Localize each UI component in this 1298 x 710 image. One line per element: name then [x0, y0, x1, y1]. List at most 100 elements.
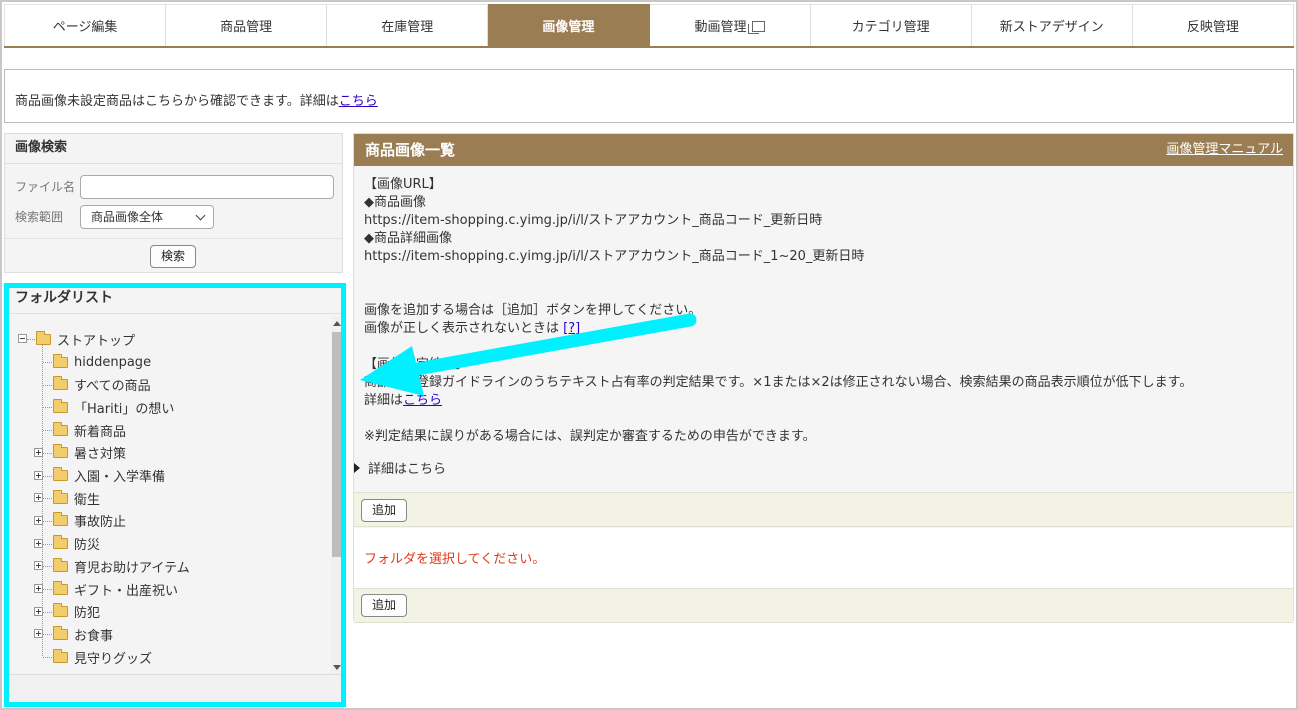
- product-image-list-panel: 商品画像一覧 画像管理マニュアル 【画像URL】 ◆商品画像 https://i…: [353, 133, 1294, 623]
- tab-category-management[interactable]: カテゴリ管理: [810, 4, 972, 46]
- notice-link[interactable]: こちら: [339, 94, 378, 109]
- expand-icon[interactable]: [34, 538, 43, 548]
- folder-list-panel: フォルダリスト ストアトップ hiddenpage すべての商品「Hariti」の…: [4, 283, 344, 706]
- expand-icon[interactable]: [34, 561, 43, 571]
- expand-icon[interactable]: [34, 447, 43, 457]
- judge-text: 商品画像登録ガイドラインのうちテキスト占有率の判定結果です。×1または×2は修正…: [364, 375, 1193, 390]
- folder-icon: [53, 398, 68, 413]
- scroll-up-icon[interactable]: [333, 321, 341, 326]
- tab-label: ページ編集: [52, 20, 118, 35]
- image-manual-link[interactable]: 画像管理マニュアル: [1166, 134, 1283, 166]
- main-tabs: ページ編集 商品管理 在庫管理 画像管理 動画管理 カテゴリ管理 新ストアデザイ…: [4, 4, 1294, 48]
- tab-label: 画像管理: [542, 20, 595, 35]
- file-name-input[interactable]: [80, 175, 334, 199]
- product-image-heading: ◆商品画像: [364, 195, 426, 210]
- window-icon: [747, 21, 765, 34]
- folder-item[interactable]: 衛生: [53, 488, 100, 508]
- product-image-list-title: 商品画像一覧: [365, 141, 456, 159]
- folder-item[interactable]: ギフト・出産祝い: [53, 579, 178, 599]
- folder-item[interactable]: 防犯: [53, 602, 100, 622]
- folder-tree: ストアトップ hiddenpage すべての商品「Hariti」の想い 新着商品暑さ…: [5, 324, 330, 667]
- folder-item[interactable]: すべての商品: [53, 375, 151, 395]
- tree-connector: [43, 520, 52, 522]
- folder-label: 育児お助けアイテム: [74, 560, 190, 576]
- tab-product-management[interactable]: 商品管理: [166, 4, 328, 46]
- tab-label: 在庫管理: [381, 20, 434, 35]
- folder-icon: [53, 648, 68, 663]
- detail-row: 詳細はこちら: [364, 392, 1284, 410]
- expand-icon[interactable]: [34, 515, 43, 525]
- folder-item[interactable]: 「Hariti」の想い: [53, 397, 174, 417]
- scroll-down-icon[interactable]: [333, 665, 341, 670]
- add-bar-top: 追加: [354, 492, 1293, 527]
- folder-item[interactable]: 育児お助けアイテム: [53, 556, 190, 576]
- details-toggle[interactable]: 詳細はこちら: [354, 458, 446, 477]
- tab-new-store-design[interactable]: 新ストアデザイン: [971, 4, 1133, 46]
- add-button[interactable]: 追加: [361, 499, 408, 522]
- search-button[interactable]: 検索: [150, 245, 197, 268]
- tree-connector: [43, 634, 52, 636]
- expand-icon[interactable]: [34, 584, 43, 593]
- select-folder-message: フォルダを選択してください。: [364, 552, 546, 567]
- judge-heading: 【画像判定結果】: [364, 357, 469, 372]
- folder-icon: [53, 512, 68, 527]
- message-area: フォルダを選択してください。: [354, 528, 1293, 588]
- folder-list-title: フォルダリスト: [5, 284, 343, 314]
- folder-icon: [53, 625, 68, 640]
- folder-icon: [53, 557, 68, 572]
- detail-image-url: https://item-shopping.c.yimg.jp/i/l/ストアア…: [364, 249, 865, 264]
- search-range-value: 商品画像全体: [91, 210, 164, 224]
- expand-icon[interactable]: [34, 493, 43, 503]
- folder-label: ストアトップ: [57, 333, 136, 349]
- folder-item[interactable]: 新着商品: [53, 420, 126, 440]
- notice-box: 商品画像未設定商品はこちらから確認できます。詳細はこちら: [4, 69, 1294, 123]
- chevron-down-icon: [195, 210, 206, 221]
- folder-item-root[interactable]: ストアトップ: [36, 329, 135, 349]
- tree-connector: [43, 407, 52, 409]
- tree-connector: [43, 566, 52, 568]
- folder-item[interactable]: 事故防止: [53, 511, 126, 531]
- expand-icon[interactable]: [34, 629, 43, 639]
- folder-icon: [53, 580, 68, 595]
- tree-connector: [43, 498, 52, 500]
- folder-label: 「Hariti」の想い: [74, 401, 175, 417]
- expand-icon[interactable]: [34, 470, 43, 480]
- folder-item[interactable]: hiddenpage: [53, 352, 151, 372]
- add-instruction-text: 画像を追加する場合は［追加］ボタンを押してください。: [364, 303, 702, 318]
- folder-item[interactable]: 入園・入学準備: [53, 466, 165, 486]
- tree-connector: [43, 589, 52, 590]
- folder-panel-footer: [5, 674, 343, 706]
- folder-icon: [53, 603, 68, 618]
- detail-link[interactable]: こちら: [403, 393, 442, 408]
- tab-video-management[interactable]: 動画管理: [649, 4, 811, 46]
- scroll-thumb[interactable]: [332, 332, 342, 557]
- tree-connector: [43, 543, 52, 545]
- folder-item[interactable]: 防災: [53, 534, 100, 554]
- product-image-list-header: 商品画像一覧 画像管理マニュアル: [354, 134, 1293, 166]
- add-bar-bottom: 追加: [354, 588, 1293, 623]
- collapse-icon[interactable]: [18, 334, 27, 343]
- search-range-select[interactable]: 商品画像全体: [80, 205, 214, 229]
- expand-icon[interactable]: [34, 606, 43, 616]
- image-search-panel: 画像検索 ファイル名 検索範囲 商品画像全体 検索: [4, 133, 343, 273]
- tab-publish-management[interactable]: 反映管理: [1132, 4, 1294, 46]
- folder-item[interactable]: 暑さ対策: [53, 443, 126, 463]
- tab-page-edit[interactable]: ページ編集: [4, 4, 167, 46]
- folder-scrollbar[interactable]: [331, 317, 343, 674]
- help-link[interactable]: [?]: [563, 321, 580, 336]
- tab-image-management[interactable]: 画像管理: [488, 4, 650, 46]
- tree-connector: [43, 362, 52, 363]
- folder-item[interactable]: お食事: [53, 624, 113, 644]
- tab-label: 動画管理: [694, 20, 747, 35]
- image-url-info: 【画像URL】 ◆商品画像 https://item-shopping.c.yi…: [364, 176, 1284, 266]
- judgement-info: 【画像判定結果】 商品画像登録ガイドラインのうちテキスト占有率の判定結果です。×…: [364, 356, 1284, 446]
- tab-inventory-management[interactable]: 在庫管理: [327, 4, 489, 46]
- display-issue-row: 画像が正しく表示されないときは [?]: [364, 320, 1284, 338]
- folder-label: 新着商品: [74, 424, 127, 440]
- detail-image-heading: ◆商品詳細画像: [364, 231, 452, 246]
- folder-label: hiddenpage: [74, 354, 152, 370]
- folder-icon: [53, 444, 68, 459]
- folder-label: お食事: [74, 628, 114, 644]
- folder-item[interactable]: 見守りグッズ: [53, 647, 152, 667]
- add-button[interactable]: 追加: [361, 594, 408, 617]
